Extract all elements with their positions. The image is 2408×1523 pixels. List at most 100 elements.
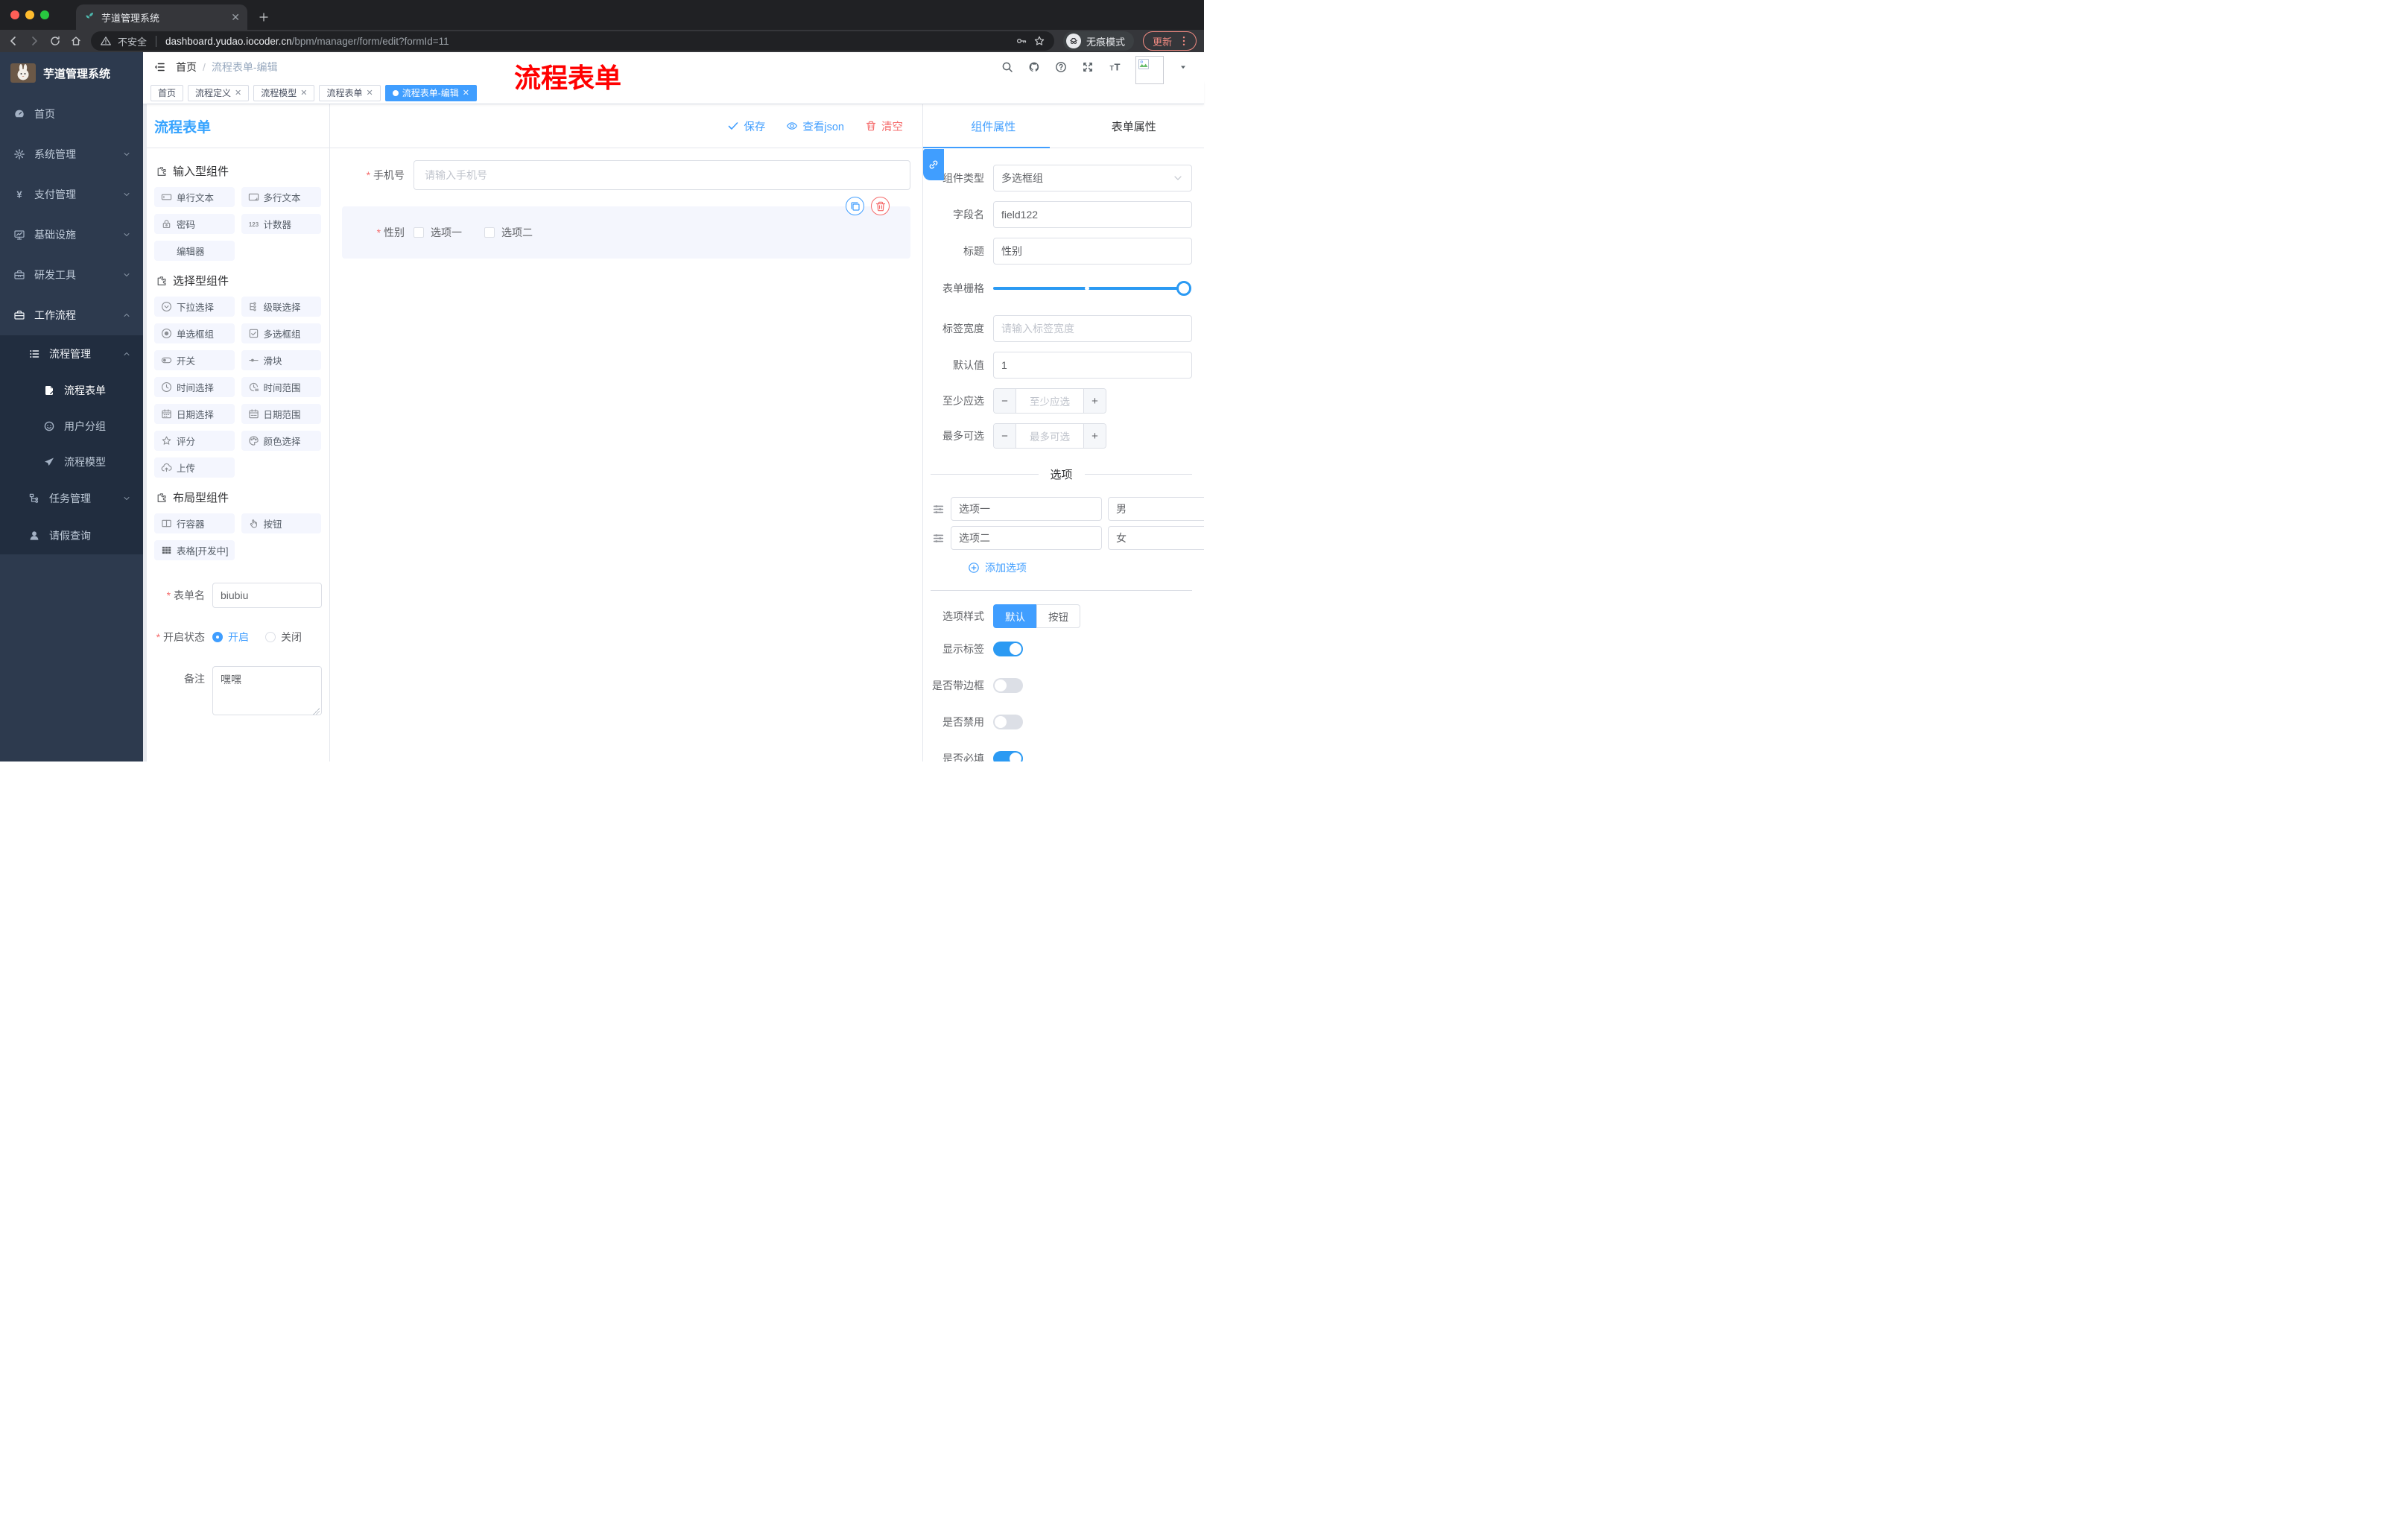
- page-url[interactable]: dashboard.yudao.iocoder.cn/bpm/manager/f…: [165, 36, 1010, 47]
- tag-close-icon[interactable]: ✕: [367, 88, 373, 98]
- breadcrumb-home[interactable]: 首页: [176, 60, 197, 75]
- add-option-button[interactable]: 添加选项: [968, 560, 1192, 575]
- new-tab-button[interactable]: [258, 4, 270, 30]
- radio-closed[interactable]: 关闭: [265, 624, 302, 650]
- form-grid-slider[interactable]: [993, 281, 1191, 296]
- back-icon[interactable]: [7, 35, 19, 47]
- save-button[interactable]: 保存: [727, 118, 765, 134]
- title-input[interactable]: [993, 238, 1192, 265]
- gender-field-block[interactable]: 性别 选项一 选项二: [342, 197, 910, 259]
- drag-handle-icon[interactable]: [932, 503, 945, 516]
- stepper-increase-button[interactable]: +: [1083, 389, 1106, 413]
- palette-item-日期选择[interactable]: 日期选择: [154, 404, 235, 424]
- palette-item-日期范围[interactable]: 日期范围: [241, 404, 321, 424]
- home-icon[interactable]: [70, 35, 82, 47]
- stepper-decrease-button[interactable]: −: [994, 389, 1016, 413]
- help-icon[interactable]: [1055, 61, 1067, 73]
- field-name-input[interactable]: [993, 201, 1192, 228]
- avatar[interactable]: [1135, 56, 1164, 84]
- address-bar[interactable]: 不安全 dashboard.yudao.iocoder.cn/bpm/manag…: [91, 31, 1054, 51]
- label-width-input[interactable]: [993, 315, 1192, 342]
- sidebar-item-流程管理[interactable]: 流程管理: [0, 335, 143, 373]
- palette-item-多选框组[interactable]: 多选框组: [241, 323, 321, 343]
- tab-close-icon[interactable]: ✕: [231, 11, 240, 24]
- stepper-decrease-button[interactable]: −: [994, 424, 1016, 448]
- checkbox-选项一[interactable]: 选项一: [414, 225, 462, 240]
- tag-流程表单[interactable]: 流程表单 ✕: [319, 84, 381, 101]
- security-warning-icon[interactable]: [100, 35, 112, 47]
- palette-item-级联选择[interactable]: 级联选择: [241, 297, 321, 317]
- option-value-input[interactable]: [1108, 526, 1204, 550]
- palette-item-评分[interactable]: 评分: [154, 431, 235, 451]
- palette-item-按钮[interactable]: 按钮: [241, 513, 321, 533]
- close-window-button[interactable]: [10, 10, 19, 19]
- sidebar-item-首页[interactable]: 首页: [0, 94, 143, 134]
- reload-icon[interactable]: [49, 35, 61, 47]
- clear-button[interactable]: 清空: [865, 118, 903, 134]
- tag-流程表单-编辑[interactable]: 流程表单-编辑 ✕: [384, 84, 477, 101]
- sidebar-item-用户分组[interactable]: 用户分组: [0, 408, 143, 444]
- github-icon[interactable]: [1028, 61, 1040, 73]
- option-value-input[interactable]: [1108, 497, 1204, 521]
- palette-item-时间范围[interactable]: 时间范围: [241, 377, 321, 397]
- radio-open[interactable]: 开启: [212, 624, 249, 650]
- app-logo[interactable]: 芋道管理系统: [0, 52, 143, 94]
- component-type-select[interactable]: 多选框组: [993, 165, 1192, 191]
- default-value-input[interactable]: [993, 352, 1192, 379]
- segment-button[interactable]: 按钮: [1036, 604, 1080, 628]
- sidebar-item-支付管理[interactable]: ¥ 支付管理: [0, 174, 143, 215]
- tag-close-icon[interactable]: ✕: [463, 88, 469, 98]
- sidebar-item-任务管理[interactable]: 任务管理: [0, 480, 143, 517]
- segment-default[interactable]: 默认: [993, 604, 1036, 628]
- palette-item-密码[interactable]: 密码: [154, 214, 235, 234]
- sidebar-item-流程表单[interactable]: 流程表单: [0, 373, 143, 408]
- drag-handle-icon[interactable]: [932, 532, 945, 545]
- fullscreen-icon[interactable]: [1082, 61, 1094, 73]
- window-controls[interactable]: [0, 0, 60, 30]
- resize-grip[interactable]: [313, 708, 320, 715]
- key-icon[interactable]: [1016, 35, 1027, 47]
- maximize-window-button[interactable]: [40, 10, 49, 19]
- palette-item-滑块[interactable]: 滑块: [241, 350, 321, 370]
- sidebar-item-请假查询[interactable]: 请假查询: [0, 517, 143, 554]
- stepper-increase-button[interactable]: +: [1083, 424, 1106, 448]
- palette-item-表格[开发中][interactable]: 表格[开发中]: [154, 540, 235, 560]
- palette-item-编辑器[interactable]: 编辑器: [154, 241, 235, 261]
- sidebar-item-流程模型[interactable]: 流程模型: [0, 444, 143, 480]
- palette-item-多行文本[interactable]: 多行文本: [241, 187, 321, 207]
- palette-item-单选框组[interactable]: 单选框组: [154, 323, 235, 343]
- hamburger-icon[interactable]: [143, 61, 176, 73]
- form-name-input[interactable]: [212, 583, 322, 608]
- font-size-icon[interactable]: TT: [1109, 61, 1121, 73]
- copy-component-button[interactable]: [846, 197, 864, 215]
- checkbox-选项二[interactable]: 选项二: [484, 225, 533, 240]
- tab-component-props[interactable]: 组件属性: [923, 104, 1064, 148]
- slider-handle[interactable]: [1176, 281, 1191, 296]
- palette-item-下拉选择[interactable]: 下拉选择: [154, 297, 235, 317]
- view-json-button[interactable]: 查看json: [786, 118, 844, 134]
- avatar-caret-icon[interactable]: [1179, 63, 1188, 72]
- search-icon[interactable]: [1001, 61, 1013, 73]
- palette-item-计数器[interactable]: 123 计数器: [241, 214, 321, 234]
- sidebar-item-工作流程[interactable]: 工作流程: [0, 295, 143, 335]
- option-label-input[interactable]: [951, 497, 1102, 521]
- sidebar-item-基础设施[interactable]: 基础设施: [0, 215, 143, 255]
- palette-item-时间选择[interactable]: 时间选择: [154, 377, 235, 397]
- toggle-是否禁用[interactable]: [993, 715, 1023, 729]
- tag-流程定义[interactable]: 流程定义 ✕: [188, 84, 250, 101]
- checkbox-box[interactable]: [414, 227, 424, 238]
- palette-item-行容器[interactable]: 行容器: [154, 513, 235, 533]
- browser-menu-icon[interactable]: [1178, 35, 1190, 47]
- palette-item-颜色选择[interactable]: 颜色选择: [241, 431, 321, 451]
- palette-item-单行文本[interactable]: 单行文本: [154, 187, 235, 207]
- sidebar-item-系统管理[interactable]: 系统管理: [0, 134, 143, 174]
- toggle-显示标签[interactable]: [993, 642, 1023, 656]
- minimize-window-button[interactable]: [25, 10, 34, 19]
- toggle-是否带边框[interactable]: [993, 678, 1023, 693]
- option-label-input[interactable]: [951, 526, 1102, 550]
- palette-item-开关[interactable]: 开关: [154, 350, 235, 370]
- tag-close-icon[interactable]: ✕: [235, 88, 241, 98]
- toggle-是否必填[interactable]: [993, 751, 1023, 762]
- browser-tab[interactable]: 芋道管理系统 ✕: [76, 4, 247, 30]
- tag-流程模型[interactable]: 流程模型 ✕: [253, 84, 315, 101]
